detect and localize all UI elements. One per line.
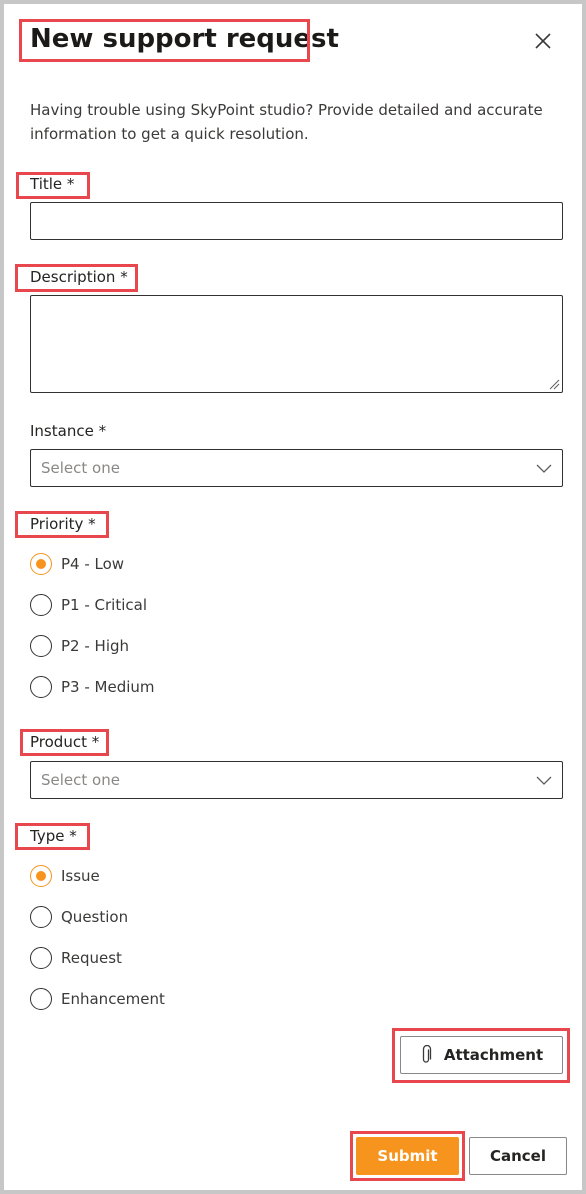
cancel-button[interactable]: Cancel [469, 1137, 567, 1175]
priority-option-p1-critical[interactable]: P1 - Critical [30, 592, 147, 618]
product-select[interactable]: Select one [30, 761, 563, 799]
close-button[interactable] [528, 26, 558, 56]
resize-grip-icon[interactable] [548, 378, 560, 390]
type-option-question[interactable]: Question [30, 904, 128, 930]
instance-placeholder: Select one [41, 459, 120, 477]
radio-icon [30, 906, 52, 928]
instance-label: Instance * [30, 422, 107, 440]
support-request-dialog: New support request Having trouble using… [0, 0, 586, 1194]
description-textarea[interactable] [30, 295, 563, 393]
submit-button[interactable]: Submit [356, 1137, 459, 1175]
type-option-issue[interactable]: Issue [30, 863, 100, 889]
chevron-down-icon [536, 776, 552, 785]
paperclip-icon [422, 1045, 431, 1063]
priority-option-p4-low[interactable]: P4 - Low [30, 551, 124, 577]
radio-icon [30, 676, 52, 698]
radio-icon [30, 988, 52, 1010]
type-option-request[interactable]: Request [30, 945, 122, 971]
intro-text: Having trouble using SkyPoint studio? Pr… [30, 101, 543, 143]
close-icon [535, 33, 551, 49]
product-placeholder: Select one [41, 771, 120, 789]
radio-icon [30, 947, 52, 969]
radio-selected-icon [30, 553, 52, 575]
type-label: Type * [30, 827, 77, 845]
title-label: Title * [30, 175, 75, 193]
radio-selected-icon [30, 865, 52, 887]
instance-select[interactable]: Select one [30, 449, 563, 487]
type-option-enhancement[interactable]: Enhancement [30, 986, 165, 1012]
priority-label: Priority * [30, 515, 96, 533]
radio-icon [30, 594, 52, 616]
attachment-button[interactable]: Attachment [400, 1036, 563, 1074]
attachment-label: Attachment [443, 1046, 544, 1064]
description-label: Description * [30, 268, 128, 286]
title-input[interactable] [30, 202, 563, 240]
dialog-title: New support request [30, 24, 339, 54]
chevron-down-icon [536, 464, 552, 473]
priority-option-p3-medium[interactable]: P3 - Medium [30, 674, 155, 700]
priority-option-p2-high[interactable]: P2 - High [30, 633, 129, 659]
product-label: Product * [30, 733, 100, 751]
radio-icon [30, 635, 52, 657]
